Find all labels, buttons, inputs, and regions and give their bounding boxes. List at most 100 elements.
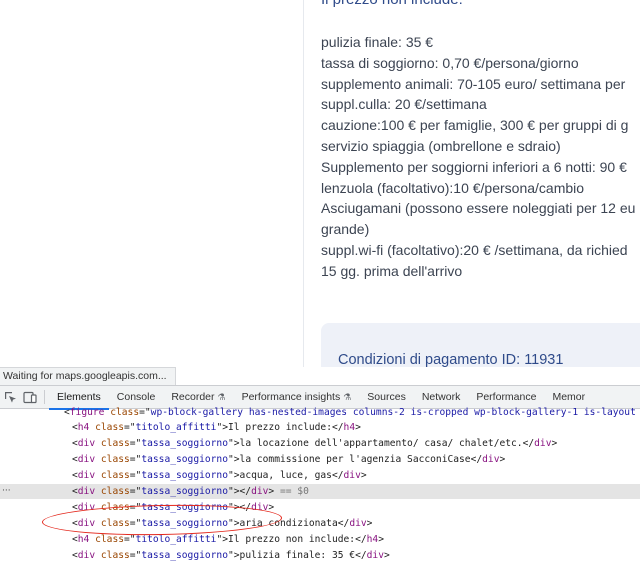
dom-node-text: <div class="tassa_soggiorno">pulizia fin…: [72, 548, 390, 563]
dom-token: </: [337, 518, 350, 529]
tab-label: Elements: [57, 390, 101, 403]
dom-token: =": [139, 407, 151, 418]
dom-token: </: [331, 470, 344, 481]
status-bubble: Waiting for maps.googleapis.com...: [0, 367, 176, 385]
dom-node-text: <figure class="wp-block-gallery has-nest…: [64, 405, 636, 420]
dom-node-text: <h4 class="titolo_affitti">Il prezzo inc…: [72, 420, 361, 435]
devtools-panel: Elements Console Recorder ⚗ Performance insi…: [0, 385, 640, 565]
dom-token: >: [355, 422, 361, 433]
dom-node-selected[interactable]: ··· <div class="tassa_soggiorno"></div> =…: [0, 484, 640, 499]
dom-token: >: [383, 550, 390, 561]
price-line: lenzuola (facoltativo):10 €/persona/camb…: [321, 179, 585, 196]
dom-token: ">: [216, 534, 229, 545]
dom-token: tassa_soggiorno: [141, 550, 228, 561]
dom-token: >: [499, 454, 506, 465]
toolbar-separator: [44, 390, 45, 404]
dom-node-text: <div class="tassa_soggiorno">la locazion…: [72, 436, 557, 451]
dom-token: =": [129, 438, 142, 449]
dom-token: div: [251, 486, 269, 497]
dom-token: div: [482, 454, 500, 465]
dom-token: div: [343, 470, 361, 481]
dom-token: class: [95, 534, 125, 545]
tab-label: Performance: [476, 390, 537, 403]
price-excludes-list: pulizia finale: 35 € tassa di soggiorno: …: [321, 32, 635, 282]
dom-token: div: [77, 486, 96, 497]
dom-token: acqua, luce, gas: [239, 470, 332, 481]
tab-label: Recorder: [171, 390, 215, 403]
dom-node[interactable]: <div class="tassa_soggiorno">la locazion…: [0, 436, 640, 451]
dom-token: pulizia finale: 35 €: [239, 550, 356, 561]
dom-token: h4: [77, 534, 90, 545]
dom-token: class: [100, 454, 130, 465]
dom-token: >: [551, 438, 558, 449]
price-line: Asciugamani (possono essere noleggiati p…: [321, 200, 636, 217]
dom-node[interactable]: <div class="tassa_soggiorno">pulizia fin…: [0, 548, 640, 563]
dom-token: >: [378, 534, 384, 545]
experimental-flask-icon: ⚗: [343, 391, 352, 402]
dom-token: </: [355, 534, 367, 545]
dom-node[interactable]: <h4 class="titolo_affitti">Il prezzo inc…: [0, 420, 640, 435]
dom-token: =": [129, 470, 142, 481]
dom-token: class: [100, 550, 130, 561]
price-line: 15 gg. prima dell'arrivo: [321, 262, 463, 279]
dom-token: wp-block-gallery has-nested-images colum…: [150, 407, 636, 418]
dom-token: titolo_affitti: [135, 422, 217, 433]
dom-token: </: [355, 550, 367, 561]
dom-token: =": [129, 550, 142, 561]
dom-node[interactable]: <div class="tassa_soggiorno">acqua, luce…: [0, 468, 640, 483]
dom-token: >: [366, 518, 373, 529]
elements-dom-tree: <div class="tassa_soggiorno">pulizia fin…: [0, 407, 640, 565]
dom-token: == $0: [274, 486, 309, 497]
dom-token: </: [522, 438, 535, 449]
dom-token: la locazione dell'appartamento/ casa/ ch…: [239, 438, 523, 449]
dom-token: "></: [227, 486, 252, 497]
dom-token: tassa_soggiorno: [141, 438, 228, 449]
dom-token: h4: [77, 422, 90, 433]
price-line: servizio spiaggia (ombrellone e sdraio): [321, 137, 561, 154]
dom-token: div: [77, 550, 96, 561]
dom-node[interactable]: <figure class="wp-block-gallery has-nest…: [0, 405, 640, 420]
dom-token: div: [534, 438, 552, 449]
dom-token: figure: [69, 407, 105, 418]
dom-token: h4: [366, 534, 379, 545]
price-line: grande): [321, 221, 370, 238]
dom-token: =": [129, 454, 142, 465]
tab-label: Memor: [552, 390, 586, 403]
payment-conditions-title: Condizioni di pagamento ID: 11931: [338, 352, 564, 367]
price-line: tassa di soggiorno: 0,70 €/persona/giorn…: [321, 54, 579, 71]
price-line: supplemento animali: 70-105 euro/ settim…: [321, 75, 626, 92]
dom-token: div: [77, 454, 96, 465]
dom-token: ">: [227, 550, 240, 561]
tab-label: Console: [116, 390, 156, 403]
dom-token: </: [331, 422, 344, 433]
dom-token: ">: [227, 454, 240, 465]
dom-node[interactable]: <h4 class="titolo_affitti">Il prezzo non…: [0, 532, 640, 547]
column-divider: [303, 0, 304, 367]
dom-token: div: [77, 470, 96, 481]
dom-token: class: [100, 486, 130, 497]
dom-token: h4: [343, 422, 356, 433]
dom-node-text: <div class="tassa_soggiorno"></div> == $…: [72, 484, 309, 499]
dom-node-text: <div class="tassa_soggiorno">acqua, luce…: [72, 468, 367, 483]
dom-token: ">: [227, 470, 240, 481]
price-line: Supplemento per soggiorni inferiori a 6 …: [321, 158, 627, 175]
dom-token: div: [349, 518, 367, 529]
dom-token: div: [77, 438, 96, 449]
dom-token: ">: [227, 438, 240, 449]
dom-token: div: [366, 550, 384, 561]
dom-token: Il prezzo include:: [228, 422, 332, 433]
dom-token: titolo_affitti: [135, 534, 217, 545]
dom-token: class: [100, 470, 130, 481]
dom-token: la commissione per l'agenzia SacconiCase: [239, 454, 471, 465]
node-actions-dots[interactable]: ···: [2, 484, 11, 499]
dom-token: class: [110, 407, 140, 418]
tab-label: Network: [421, 390, 461, 403]
dom-token: class: [95, 422, 125, 433]
tab-label: Sources: [367, 390, 406, 403]
dom-token: =": [124, 422, 136, 433]
dom-token: ">: [216, 422, 229, 433]
price-excludes-heading: Il prezzo non include:: [321, 0, 463, 8]
tab-label: Performance insights: [241, 390, 341, 403]
dom-node[interactable]: <div class="tassa_soggiorno">la commissi…: [0, 452, 640, 467]
dom-node-text: <div class="tassa_soggiorno">la commissi…: [72, 452, 505, 467]
